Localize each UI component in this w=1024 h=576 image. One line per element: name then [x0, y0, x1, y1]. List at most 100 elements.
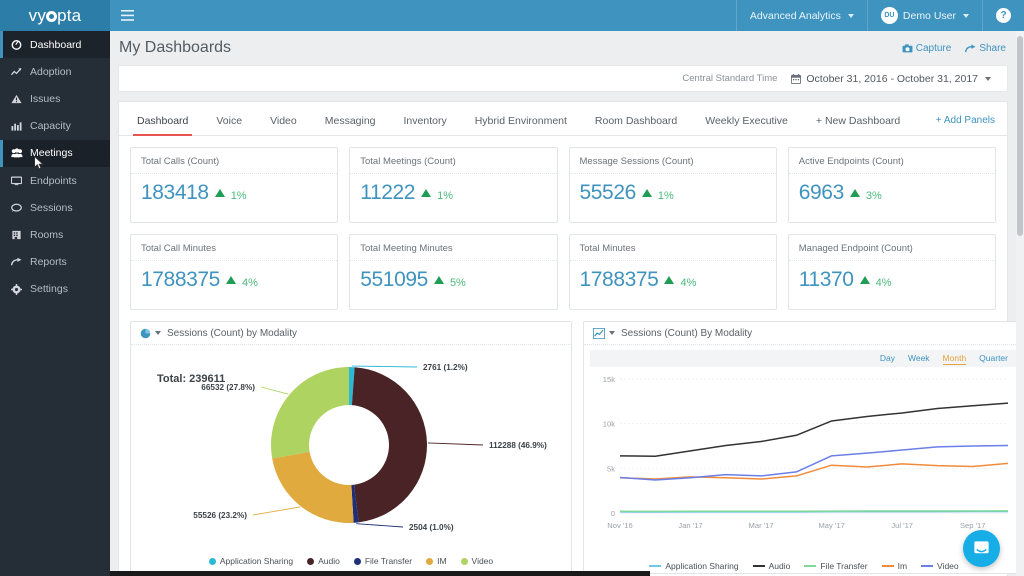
timezone-label: Central Standard Time [682, 73, 778, 84]
sidebar-item-label: Meetings [30, 147, 73, 160]
legend-item[interactable]: Im [881, 561, 908, 571]
legend-color-line [881, 565, 894, 567]
capture-label: Capture [915, 43, 952, 54]
kpi-card-total-calls: Total Calls (Count) 183418 1% [130, 147, 339, 223]
legend-item[interactable]: Audio [752, 561, 790, 571]
tab-inventory[interactable]: Inventory [390, 115, 461, 135]
y-axis-tick-label: 15k [603, 375, 615, 384]
kpi-title: Total Meetings (Count) [350, 148, 557, 174]
kpi-title: Active Endpoints (Count) [788, 148, 995, 174]
kpi-value: 1788375 [141, 268, 220, 291]
kpi-card-total-call-minutes: Total Call Minutes 1788375 4% [130, 234, 339, 310]
monitor-icon [11, 176, 23, 186]
add-panels-button[interactable]: + Add Panels [936, 115, 995, 126]
kpi-grid-row-2: Total Call Minutes 1788375 4% Total Meet… [119, 223, 1007, 310]
line-series[interactable] [619, 444, 1009, 481]
legend-label: IM [437, 556, 447, 566]
sidebar-item-label: Rooms [30, 228, 64, 241]
sidebar-item-capacity[interactable]: Capacity [0, 113, 110, 140]
legend-label: Im [897, 561, 908, 571]
legend-item[interactable]: File Transfer [804, 561, 868, 571]
tab-messaging[interactable]: Messaging [311, 115, 390, 135]
page-scrollbar-thumb[interactable] [1017, 36, 1023, 236]
sidebar-item-label: Reports [30, 256, 67, 269]
donut-callout-label: 112288 (46.9%) [489, 441, 547, 450]
user-menu-label: Demo User [902, 9, 956, 22]
kpi-body: 551095 5% [350, 261, 556, 292]
advanced-analytics-menu[interactable]: Advanced Analytics [735, 0, 867, 31]
sidebar-item-meetings[interactable]: Meetings [0, 139, 110, 170]
kpi-card-total-meetings: Total Meetings (Count) 11222 1% [349, 147, 558, 223]
line-chart-icon[interactable] [593, 327, 615, 339]
sidebar-item-sessions[interactable]: Sessions [0, 194, 110, 221]
chevron-down-icon [963, 13, 969, 18]
legend-item[interactable]: Video [460, 556, 493, 566]
sidebar-item-dashboard[interactable]: Dashboard [0, 31, 110, 59]
tab-label: Weekly Executive [705, 115, 788, 127]
help-icon: ? [996, 8, 1011, 23]
meetings-people-icon [11, 148, 23, 158]
share-label: Share [979, 43, 1006, 54]
donut-slice[interactable] [271, 367, 349, 459]
sidebar-item-issues[interactable]: Issues [0, 85, 110, 112]
sidebar-item-settings[interactable]: Settings [0, 276, 110, 303]
granularity-month[interactable]: Month [942, 353, 967, 365]
sidebar-item-endpoints[interactable]: Endpoints [0, 167, 110, 194]
line-series[interactable] [619, 402, 1009, 458]
help-button[interactable]: ? [982, 0, 1024, 31]
legend-item[interactable]: Video [921, 561, 959, 571]
tab-video[interactable]: Video [256, 115, 311, 135]
kpi-value: 6963 [798, 181, 845, 204]
x-axis-tick-label: Mar '17 [749, 521, 774, 530]
legend-label: Audio [318, 556, 340, 566]
kpi-value: 11222 [360, 181, 416, 204]
x-axis-tick-label: Nov '16 [607, 521, 633, 530]
sidebar-item-adoption[interactable]: Adoption [0, 58, 110, 85]
date-range-label: October 31, 2016 - October 31, 2017 [806, 72, 978, 85]
hamburger-icon[interactable] [110, 0, 144, 31]
chevron-down-icon [155, 331, 161, 335]
legend-item[interactable]: Application Sharing [649, 561, 739, 571]
sidebar-item-rooms[interactable]: Rooms [0, 221, 110, 248]
granularity-week[interactable]: Week [908, 353, 930, 364]
tab-hybrid-environment[interactable]: Hybrid Environment [461, 115, 581, 135]
pie-chart-icon[interactable] [140, 328, 161, 339]
donut-slice[interactable] [351, 367, 427, 523]
user-menu[interactable]: DU Demo User [866, 0, 982, 31]
tab-new-dashboard[interactable]: + New Dashboard [802, 115, 914, 135]
y-axis-tick-label: 5k [607, 464, 615, 473]
line-chart-header: Sessions (Count) By Modality [584, 322, 1016, 345]
granularity-quarter[interactable]: Quarter [979, 353, 1008, 364]
granularity-day[interactable]: Day [880, 353, 895, 364]
legend-item[interactable]: IM [426, 556, 447, 566]
kpi-card-active-endpoints: Active Endpoints (Count) 6963 3% [787, 147, 996, 223]
legend-color-line [752, 565, 765, 567]
donut-chart-title: Sessions (Count) by Modality [167, 327, 298, 339]
sidebar-item-reports[interactable]: Reports [0, 249, 110, 276]
x-axis-tick-label: Jan '17 [678, 521, 702, 530]
kpi-value: 551095 [360, 268, 428, 291]
tab-dashboard[interactable]: Dashboard [123, 115, 202, 136]
trend-up-icon [664, 276, 675, 284]
capture-button[interactable]: Capture [902, 43, 952, 54]
tab-label: Voice [216, 115, 243, 127]
share-button[interactable]: Share [965, 43, 1006, 54]
donut-slice[interactable] [272, 451, 354, 523]
tab-label: Inventory [403, 115, 447, 127]
app-logo[interactable]: vy pta [0, 0, 110, 31]
legend-item[interactable]: Audio [307, 556, 340, 566]
kpi-title: Total Call Minutes [131, 235, 338, 261]
tab-voice[interactable]: Voice [202, 115, 256, 135]
legend-item[interactable]: Application Sharing [208, 556, 293, 566]
chevron-down-icon [609, 331, 615, 335]
chat-widget-button[interactable] [963, 530, 1000, 567]
legend-item[interactable]: File Transfer [353, 556, 412, 566]
kpi-card-managed-endpoint: Managed Endpoint (Count) 11370 4% [787, 234, 996, 310]
chat-bubble-icon [11, 203, 23, 213]
kpi-value: 55526 [579, 181, 637, 204]
date-range-picker[interactable]: October 31, 2016 - October 31, 2017 [791, 73, 991, 85]
calendar-icon [791, 73, 802, 84]
line-series[interactable] [619, 462, 1009, 480]
tab-weekly-executive[interactable]: Weekly Executive [691, 115, 802, 135]
tab-room-dashboard[interactable]: Room Dashboard [581, 115, 691, 135]
